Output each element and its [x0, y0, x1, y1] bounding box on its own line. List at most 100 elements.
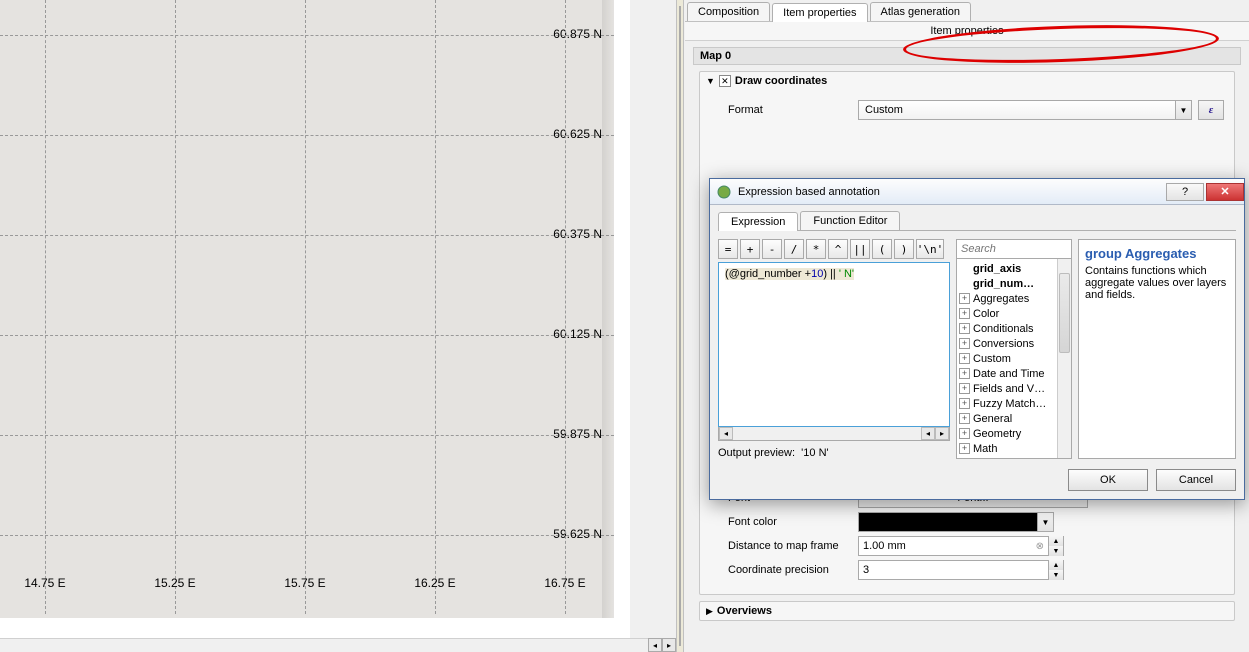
clear-icon[interactable]: ⊗ — [1032, 541, 1048, 552]
op-minus[interactable]: - — [762, 239, 782, 259]
spin-down-icon[interactable]: ▼ — [1048, 546, 1063, 556]
dialog-title-text: Expression based annotation — [738, 186, 1164, 198]
help-button[interactable]: ? — [1166, 183, 1204, 201]
output-preview: Output preview: '10 N' — [718, 447, 950, 459]
map-canvas[interactable]: 60.875 N 60.625 N 60.375 N 60.125 N 59.8… — [0, 0, 614, 618]
tree-expand-icon[interactable]: + — [959, 368, 970, 379]
function-tree[interactable]: grid_axisgrid_num…+Aggregates+Color+Cond… — [957, 259, 1071, 458]
color-swatch[interactable] — [858, 512, 1038, 532]
dialog-titlebar[interactable]: Expression based annotation ? ✕ — [710, 179, 1244, 205]
spin-precision-input[interactable] — [859, 564, 1048, 576]
spin-distance-input[interactable] — [859, 540, 1032, 552]
checkbox-draw-coordinates[interactable]: ✕ — [719, 75, 731, 87]
tree-leaf-icon — [959, 278, 970, 289]
spin-down-icon[interactable]: ▼ — [1048, 570, 1063, 580]
tab-atlas-generation[interactable]: Atlas generation — [870, 2, 972, 21]
editor-hscroll[interactable]: ◂ ◂▸ — [718, 427, 950, 441]
hscroll-left-icon[interactable]: ◂ — [648, 638, 662, 652]
tree-item[interactable]: +Custom — [957, 351, 1071, 366]
tree-item[interactable]: +Conversions — [957, 336, 1071, 351]
op-pow[interactable]: ^ — [828, 239, 848, 259]
tree-item-label: Conversions — [973, 338, 1034, 350]
cancel-button[interactable]: Cancel — [1156, 469, 1236, 491]
expression-button[interactable]: ε — [1198, 100, 1224, 120]
vscroll-thumb[interactable] — [1059, 273, 1070, 353]
help-body: Contains functions which aggregate value… — [1085, 265, 1229, 301]
lat-label: 59.625 N — [553, 527, 602, 541]
tree-expand-icon[interactable]: + — [959, 398, 970, 409]
op-div[interactable]: / — [784, 239, 804, 259]
tree-expand-icon[interactable]: + — [959, 353, 970, 364]
lon-label: 14.75 E — [24, 576, 65, 590]
chevron-down-icon[interactable]: ▼ — [1176, 100, 1192, 120]
tab-item-properties[interactable]: Item properties — [772, 3, 867, 22]
combo-format[interactable]: Custom ▼ — [858, 100, 1192, 120]
label-precision: Coordinate precision — [728, 564, 858, 576]
spin-up-icon[interactable]: ▲ — [1048, 560, 1063, 570]
preview-label: Output preview: — [718, 447, 795, 459]
expression-editor[interactable]: (@grid_number +10) || ' N' — [718, 262, 950, 427]
ok-button[interactable]: OK — [1068, 469, 1148, 491]
lon-label: 15.75 E — [284, 576, 325, 590]
tree-item[interactable]: +Color — [957, 306, 1071, 321]
spin-distance[interactable]: ⊗ ▲▼ — [858, 536, 1064, 556]
tree-leaf-icon — [959, 263, 970, 274]
label-font-color: Font color — [728, 516, 858, 528]
tree-item[interactable]: +Fuzzy Match… — [957, 396, 1071, 411]
tree-expand-icon[interactable]: + — [959, 383, 970, 394]
tree-item[interactable]: grid_num… — [957, 276, 1071, 291]
tree-item-label: General — [973, 413, 1012, 425]
group-head-draw-coordinates[interactable]: ▼ ✕ Draw coordinates — [700, 72, 1234, 90]
op-rparen[interactable]: ) — [894, 239, 914, 259]
close-button[interactable]: ✕ — [1206, 183, 1244, 201]
tree-expand-icon[interactable]: + — [959, 293, 970, 304]
hscroll-track[interactable]: ◂ ▸ — [0, 638, 676, 652]
op-plus[interactable]: + — [740, 239, 760, 259]
tree-item[interactable]: +Date and Time — [957, 366, 1071, 381]
chevron-down-icon[interactable]: ▼ — [1038, 512, 1054, 532]
vscroll-track[interactable] — [1057, 259, 1071, 458]
search-input[interactable] — [957, 240, 1071, 258]
op-newline[interactable]: '\n' — [916, 239, 944, 259]
grid-line-lon — [175, 0, 176, 614]
op-equals[interactable]: = — [718, 239, 738, 259]
tree-item[interactable]: +Geometry — [957, 426, 1071, 441]
tree-item[interactable]: +Fields and V… — [957, 381, 1071, 396]
tab-function-editor[interactable]: Function Editor — [800, 211, 900, 230]
tree-item-label: Fuzzy Match… — [973, 398, 1046, 410]
tree-expand-icon[interactable]: + — [959, 323, 970, 334]
tab-expression[interactable]: Expression — [718, 212, 798, 231]
combo-format-value[interactable]: Custom — [858, 100, 1176, 120]
tree-expand-icon[interactable]: + — [959, 338, 970, 349]
tab-composition[interactable]: Composition — [687, 2, 770, 21]
tree-item[interactable]: +Aggregates — [957, 291, 1071, 306]
group-title: Overviews — [717, 605, 772, 617]
hscroll-right-icon[interactable]: ▸ — [662, 638, 676, 652]
tree-item[interactable]: grid_axis — [957, 261, 1071, 276]
hscroll-left2-icon[interactable]: ◂ — [921, 427, 935, 440]
spin-precision[interactable]: ▲▼ — [858, 560, 1064, 580]
op-concat[interactable]: || — [850, 239, 870, 259]
hscroll-right-icon[interactable]: ▸ — [935, 427, 949, 440]
tree-item[interactable]: +Conditionals — [957, 321, 1071, 336]
grid-line-lon — [45, 0, 46, 614]
spin-up-icon[interactable]: ▲ — [1048, 536, 1063, 546]
op-mul[interactable]: * — [806, 239, 826, 259]
tree-expand-icon[interactable]: + — [959, 308, 970, 319]
tree-expand-icon[interactable]: + — [959, 443, 970, 454]
tree-expand-icon[interactable]: + — [959, 428, 970, 439]
grid-line-lon — [435, 0, 436, 614]
hscroll-left-icon[interactable]: ◂ — [719, 427, 733, 440]
tree-expand-icon[interactable]: + — [959, 413, 970, 424]
tree-item-label: Aggregates — [973, 293, 1029, 305]
group-head-overviews[interactable]: ▶ Overviews — [700, 602, 1234, 620]
op-lparen[interactable]: ( — [872, 239, 892, 259]
tree-item[interactable]: +General — [957, 411, 1071, 426]
splitter-vertical[interactable] — [676, 0, 684, 652]
tree-item[interactable]: +Math — [957, 441, 1071, 456]
tree-item-label: grid_num… — [973, 278, 1034, 290]
grid-line-lat — [0, 535, 614, 536]
lon-label: 15.25 E — [154, 576, 195, 590]
label-format: Format — [728, 104, 858, 116]
map-canvas-area: 60.875 N 60.625 N 60.375 N 60.125 N 59.8… — [0, 0, 630, 652]
